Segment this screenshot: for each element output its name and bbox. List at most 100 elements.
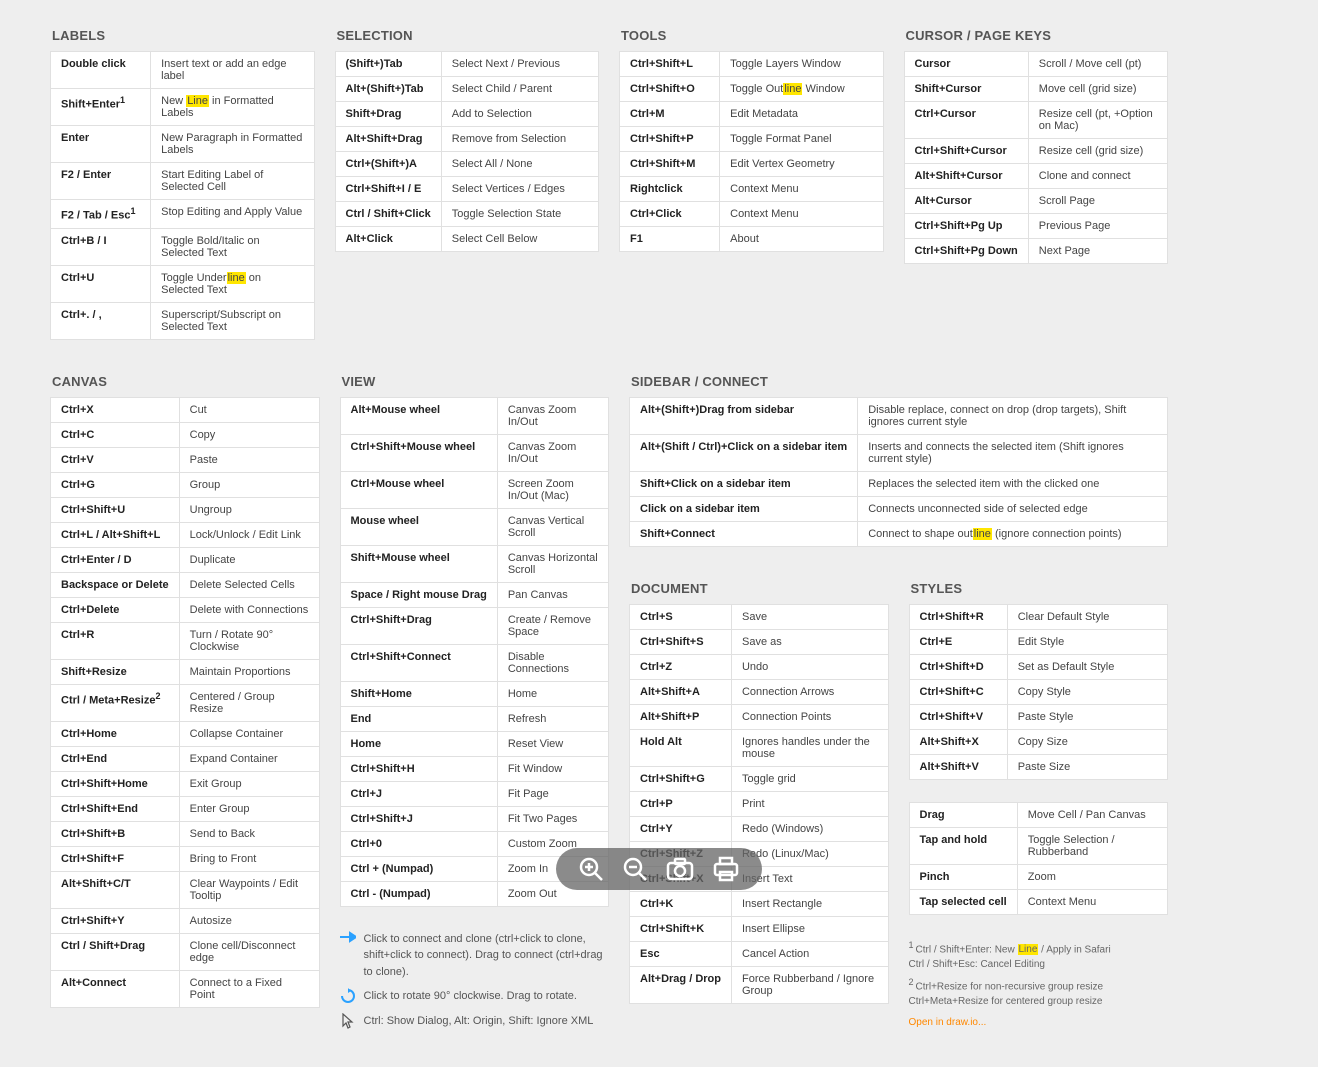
rotate-icon — [340, 988, 356, 1004]
shortcut-key: End — [340, 706, 497, 731]
shortcut-key: Backspace or Delete — [51, 572, 180, 597]
shortcut-key: Alt+Shift+C/T — [51, 871, 180, 908]
section-document: DOCUMENT Ctrl+SSaveCtrl+Shift+SSave asCt… — [629, 571, 889, 1007]
shortcut-key: Ctrl+Y — [630, 816, 732, 841]
tip-rotate: Click to rotate 90° clockwise. Drag to r… — [340, 988, 610, 1005]
shortcut-key: Shift+Click on a sidebar item — [630, 471, 858, 496]
shortcut-key: Ctrl+Shift+Mouse wheel — [340, 434, 497, 471]
shortcut-key: Cursor — [904, 52, 1028, 77]
table-row: Ctrl+RTurn / Rotate 90° Clockwise — [51, 622, 320, 659]
shortcut-desc: Save — [731, 604, 888, 629]
shortcut-desc: Pan Canvas — [497, 582, 608, 607]
shortcut-desc: New Paragraph in Formatted Labels — [151, 126, 314, 163]
shortcut-desc: Duplicate — [179, 547, 319, 572]
shortcut-desc: Canvas Horizontal Scroll — [497, 545, 608, 582]
shortcut-desc: Fit Two Pages — [497, 806, 608, 831]
shortcut-desc: Canvas Zoom In/Out — [497, 397, 608, 434]
table-row: Ctrl+ClickContext Menu — [620, 202, 884, 227]
shortcut-desc: Clone and connect — [1028, 164, 1167, 189]
table-row: EndRefresh — [340, 706, 609, 731]
shortcut-desc: Scroll / Move cell (pt) — [1028, 52, 1167, 77]
table-row: Ctrl+Shift+BSend to Back — [51, 821, 320, 846]
shortcut-desc: Fit Window — [497, 756, 608, 781]
shortcut-desc: Select Next / Previous — [441, 52, 598, 77]
shortcut-key: F1 — [620, 227, 720, 252]
section-labels: LABELS Double clickInsert text or add an… — [50, 18, 315, 340]
doc-styles-row: DOCUMENT Ctrl+SSaveCtrl+Shift+SSave asCt… — [629, 571, 1168, 1031]
shortcut-key: Ctrl+Shift+V — [909, 704, 1007, 729]
shortcut-desc: Context Menu — [720, 202, 883, 227]
footnote-1: 1Ctrl / Shift+Enter: New Line / Apply in… — [909, 939, 1169, 972]
camera-icon[interactable] — [666, 857, 694, 881]
table-row: Ctrl+Shift+MEdit Vertex Geometry — [620, 152, 884, 177]
table-row: Shift+ConnectConnect to shape outline (i… — [630, 521, 1168, 546]
shortcut-key: Ctrl+G — [51, 472, 180, 497]
tip-cursor: Ctrl: Show Dialog, Alt: Origin, Shift: I… — [340, 1013, 610, 1030]
print-icon[interactable] — [712, 856, 740, 882]
shortcut-key: Ctrl / Meta+Resize2 — [51, 684, 180, 721]
section-canvas: CANVAS Ctrl+XCutCtrl+CCopyCtrl+VPasteCtr… — [50, 364, 320, 1014]
table-row: Ctrl / Shift+ClickToggle Selection State — [335, 202, 599, 227]
shortcut-desc: Toggle Bold/Italic on Selected Text — [151, 228, 314, 265]
table-row: Mouse wheelCanvas Vertical Scroll — [340, 508, 609, 545]
footnote-2: 2Ctrl+Resize for non-recursive group res… — [909, 976, 1169, 1009]
table-row: Alt+(Shift / Ctrl)+Click on a sidebar it… — [630, 434, 1168, 471]
table-row: F2 / Tab / Esc1Stop Editing and Apply Va… — [51, 200, 315, 229]
shortcut-desc: Superscript/Subscript on Selected Text — [151, 302, 314, 339]
table-row: Alt+Shift+XCopy Size — [909, 729, 1168, 754]
shortcut-key: Ctrl+Shift+Cursor — [904, 139, 1028, 164]
table-row: Ctrl+(Shift+)ASelect All / None — [335, 152, 599, 177]
shortcut-key: Alt+Shift+Drag — [335, 127, 441, 152]
table-row: Ctrl+Shift+ConnectDisable Connections — [340, 644, 609, 681]
shortcut-key: Ctrl+Shift+F — [51, 846, 180, 871]
table-row: Shift+CursorMove cell (grid size) — [904, 77, 1168, 102]
shortcut-desc: Clear Waypoints / Edit Tooltip — [179, 871, 319, 908]
shortcut-key: Ctrl / Shift+Click — [335, 202, 441, 227]
table-row: Ctrl+EndExpand Container — [51, 746, 320, 771]
shortcut-desc: Ignores handles under the mouse — [731, 729, 888, 766]
table-row: Ctrl+Shift+Mouse wheelCanvas Zoom In/Out — [340, 434, 609, 471]
table-row: Ctrl+. / ,Superscript/Subscript on Selec… — [51, 302, 315, 339]
heading-labels: LABELS — [52, 28, 315, 43]
shortcut-desc: Create / Remove Space — [497, 607, 608, 644]
shortcut-key: Ctrl+. / , — [51, 302, 151, 339]
shortcut-key: Ctrl+Shift+U — [51, 497, 180, 522]
open-drawio-link[interactable]: Open in draw.io... — [909, 1017, 987, 1028]
table-row: (Shift+)TabSelect Next / Previous — [335, 52, 599, 77]
shortcut-key: Alt+Cursor — [904, 189, 1028, 214]
zoom-out-icon[interactable] — [622, 856, 648, 882]
heading-selection: SELECTION — [337, 28, 600, 43]
shortcut-desc: Toggle Selection / Rubberband — [1017, 827, 1167, 864]
shortcut-desc: Toggle Outline Window — [720, 77, 883, 102]
table-row: Ctrl+Shift+RClear Default Style — [909, 604, 1168, 629]
shortcut-key: Alt+Drag / Drop — [630, 966, 732, 1003]
table-row: Ctrl+Shift+SSave as — [630, 629, 889, 654]
shortcut-key: (Shift+)Tab — [335, 52, 441, 77]
table-row: Ctrl+Shift+I / ESelect Vertices / Edges — [335, 177, 599, 202]
shortcut-desc: Refresh — [497, 706, 608, 731]
table-row: Ctrl+PPrint — [630, 791, 889, 816]
zoom-in-icon[interactable] — [578, 856, 604, 882]
heading-document: DOCUMENT — [631, 581, 889, 596]
table-row: Ctrl+Shift+YAutosize — [51, 908, 320, 933]
table-row: Shift+Click on a sidebar itemReplaces th… — [630, 471, 1168, 496]
table-row: Alt+CursorScroll Page — [904, 189, 1168, 214]
table-row: Ctrl+Shift+PToggle Format Panel — [620, 127, 884, 152]
floating-toolbar — [556, 848, 762, 890]
shortcut-desc: Ungroup — [179, 497, 319, 522]
shortcut-desc: Clear Default Style — [1007, 604, 1167, 629]
table-row: PinchZoom — [909, 864, 1168, 889]
table-row: DragMove Cell / Pan Canvas — [909, 802, 1168, 827]
shortcut-key: Esc — [630, 941, 732, 966]
tip-arrow: Click to connect and clone (ctrl+click t… — [340, 931, 610, 981]
shortcut-desc: Disable Connections — [497, 644, 608, 681]
arrow-icon — [340, 931, 356, 943]
shortcut-key: Ctrl+Click — [620, 202, 720, 227]
shortcut-desc: Move cell (grid size) — [1028, 77, 1167, 102]
shortcut-key: Ctrl+Shift+G — [630, 766, 732, 791]
table-view: Alt+Mouse wheelCanvas Zoom In/OutCtrl+Sh… — [340, 397, 610, 907]
table-row: Ctrl+Shift+FBring to Front — [51, 846, 320, 871]
shortcut-desc: Canvas Zoom In/Out — [497, 434, 608, 471]
heading-tools: TOOLS — [621, 28, 884, 43]
shortcut-desc: Context Menu — [1017, 889, 1167, 914]
